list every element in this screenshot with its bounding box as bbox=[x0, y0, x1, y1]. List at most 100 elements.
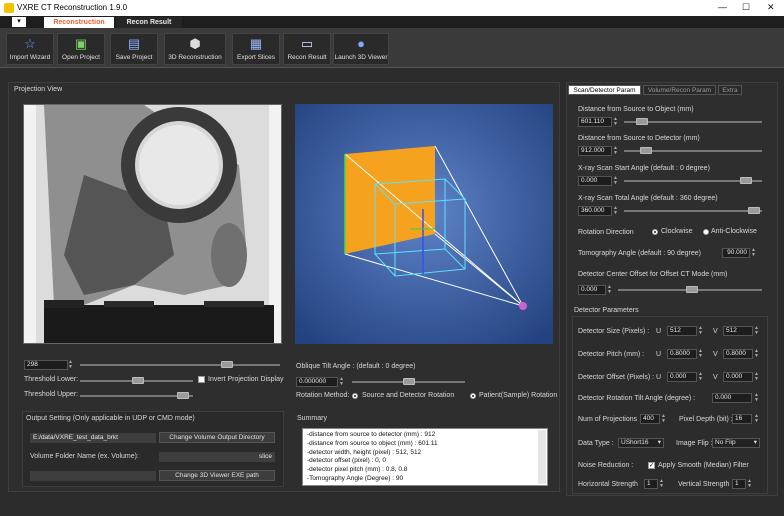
tomography-angle-spinner[interactable]: ▲ ▼ bbox=[751, 248, 757, 258]
offset-u-label: U bbox=[656, 374, 662, 381]
geometry-3d-view[interactable] bbox=[295, 104, 553, 344]
threshold-lower-thumb[interactable] bbox=[132, 377, 144, 384]
maximize-button[interactable]: ☐ bbox=[742, 2, 750, 13]
start-angle-input[interactable]: 0.000 bbox=[578, 176, 612, 186]
rotation-method-label: Rotation Method: bbox=[296, 392, 350, 399]
tomography-angle-input[interactable]: 90.000 bbox=[722, 248, 750, 258]
detector-pitch-u-spinner[interactable]: ▲ ▼ bbox=[698, 349, 704, 359]
src-obj-spinner[interactable]: ▲ ▼ bbox=[613, 117, 619, 127]
total-angle-thumb[interactable] bbox=[748, 207, 760, 214]
projection-index-input[interactable]: 298 bbox=[24, 360, 68, 370]
num-projections-spinner[interactable]: ▲ ▼ bbox=[661, 414, 667, 424]
detector-offset-v-input[interactable]: 0.000 bbox=[723, 372, 753, 382]
detector-offset-u-input[interactable]: 0.000 bbox=[667, 372, 697, 382]
smooth-filter-label: Apply Smooth (Median) Filter bbox=[658, 462, 749, 469]
projection-index-spinner[interactable]: ▲ ▼ bbox=[68, 360, 74, 370]
app-logo-icon bbox=[4, 3, 14, 13]
summary-line: -Tomography Angle (Degree) : 90 bbox=[307, 474, 404, 482]
volume-folder-input[interactable]: slice bbox=[159, 452, 275, 462]
close-button[interactable]: ✕ bbox=[767, 2, 775, 13]
start-angle-spinner[interactable]: ▲ ▼ bbox=[613, 176, 619, 186]
minimize-button[interactable]: — bbox=[718, 2, 727, 12]
tab-scan-detector-param[interactable]: Scan/Detector Param bbox=[568, 85, 641, 95]
import-wizard-button[interactable]: ☆ Import Wizard bbox=[6, 33, 54, 65]
start-angle-label: X-ray Scan Start Angle (default : 0 degr… bbox=[578, 165, 710, 172]
src-det-spinner[interactable]: ▲ ▼ bbox=[613, 146, 619, 156]
change-output-directory-button[interactable]: Change Volume Output Directory bbox=[159, 432, 275, 443]
detector-pitch-u-input[interactable]: 0.8000 bbox=[667, 349, 697, 359]
detector-pitch-v-spinner[interactable]: ▲ ▼ bbox=[754, 349, 760, 359]
projection-index-thumb[interactable] bbox=[221, 361, 233, 368]
center-offset-thumb[interactable] bbox=[686, 286, 698, 293]
start-angle-thumb[interactable] bbox=[740, 177, 752, 184]
horizontal-strength-spinner[interactable]: ▲ ▼ bbox=[659, 479, 665, 489]
anti-clockwise-radio[interactable] bbox=[703, 229, 709, 235]
output-path-field[interactable]: E:/data/VXRE_test_data_brkt bbox=[30, 433, 156, 443]
center-offset-label: Detector Center Offset for Offset CT Mod… bbox=[578, 271, 728, 278]
invert-projection-checkbox[interactable] bbox=[198, 376, 205, 383]
total-angle-spinner[interactable]: ▲ ▼ bbox=[613, 206, 619, 216]
tilt-angle-input[interactable]: 0.000 bbox=[712, 393, 752, 403]
projection-image[interactable] bbox=[23, 104, 282, 344]
summary-line: -detector offset (pixel) : 0, 0 bbox=[307, 457, 386, 465]
src-det-input[interactable]: 912.000 bbox=[578, 146, 612, 156]
recon-result-button[interactable]: ▭ Recon Result bbox=[283, 33, 331, 65]
detector-size-label: Detector Size (Pixels) : bbox=[578, 328, 650, 335]
sphere-icon: ● bbox=[357, 36, 365, 51]
vertical-strength-input[interactable]: 1 bbox=[732, 479, 746, 489]
tab-extra[interactable]: Extra bbox=[718, 85, 742, 95]
horizontal-strength-label: Horizontal Strength bbox=[578, 481, 638, 488]
volume-folder-label: Volume Folder Name (ex. Volume): bbox=[30, 453, 139, 460]
tab-recon-result[interactable]: Recon Result bbox=[116, 17, 182, 28]
change-viewer-exe-button[interactable]: Change 3D Viewer EXE path bbox=[159, 470, 275, 481]
open-project-button[interactable]: ▣ Open Project bbox=[57, 33, 105, 65]
viewer-exe-path-field[interactable] bbox=[30, 471, 156, 481]
data-type-select[interactable]: UShort16 ▾ bbox=[618, 438, 664, 448]
detector-size-v-input[interactable]: 512 bbox=[723, 326, 753, 336]
tilt-angle-spinner[interactable]: ▲ ▼ bbox=[754, 393, 760, 403]
total-angle-slider[interactable] bbox=[624, 210, 762, 212]
horizontal-strength-input[interactable]: 1 bbox=[644, 479, 658, 489]
detector-size-u-spinner[interactable]: ▲ ▼ bbox=[698, 326, 704, 336]
projection-index-slider[interactable] bbox=[80, 364, 280, 366]
launch-3d-viewer-button[interactable]: ● Launch 3D Viewer bbox=[333, 33, 389, 65]
rotation-source-detector-radio[interactable] bbox=[352, 393, 358, 399]
oblique-tilt-thumb[interactable] bbox=[403, 378, 415, 385]
noise-reduction-label: Noise Reduction : bbox=[578, 462, 634, 469]
num-projections-input[interactable]: 400 bbox=[640, 414, 660, 424]
smooth-filter-checkbox[interactable]: ✓ bbox=[648, 462, 655, 469]
summary-scrollbar[interactable] bbox=[538, 430, 546, 484]
clockwise-radio[interactable] bbox=[652, 229, 658, 235]
pixel-depth-input[interactable]: 16 bbox=[732, 414, 752, 424]
tab-reconstruction[interactable]: Reconstruction bbox=[44, 17, 114, 28]
summary-textbox[interactable]: -distance from source to detector (mm) :… bbox=[302, 428, 548, 486]
threshold-upper-thumb[interactable] bbox=[177, 392, 189, 399]
src-obj-thumb[interactable] bbox=[636, 118, 648, 125]
slices-icon: ▦ bbox=[249, 36, 263, 51]
data-type-label: Data Type : bbox=[578, 440, 614, 447]
detector-offset-v-spinner[interactable]: ▲ ▼ bbox=[754, 372, 760, 382]
detector-size-u-input[interactable]: 512 bbox=[667, 326, 697, 336]
image-flip-select[interactable]: No Flip ▾ bbox=[712, 438, 760, 448]
anti-clockwise-label: Anti-Clockwise bbox=[711, 228, 757, 235]
detector-pitch-v-input[interactable]: 0.8000 bbox=[723, 349, 753, 359]
oblique-tilt-input[interactable]: 0.000000 bbox=[296, 377, 338, 387]
src-obj-input[interactable]: 601.110 bbox=[578, 117, 612, 127]
summary-line: -detector pixel pitch (mm) : 0.8, 0.8 bbox=[307, 466, 408, 474]
rotation-patient-radio[interactable] bbox=[470, 393, 476, 399]
oblique-tilt-spinner[interactable]: ▲ ▼ bbox=[339, 377, 345, 387]
pixel-depth-spinner[interactable]: ▲ ▼ bbox=[754, 414, 760, 424]
center-offset-spinner[interactable]: ▲ ▼ bbox=[607, 285, 613, 295]
export-slices-button[interactable]: ▦ Export Slices bbox=[232, 33, 280, 65]
save-project-button[interactable]: ▤ Save Project bbox=[110, 33, 158, 65]
total-angle-input[interactable]: 360.000 bbox=[578, 206, 612, 216]
app-menu-icon[interactable]: ▾ bbox=[12, 17, 26, 27]
src-det-thumb[interactable] bbox=[640, 147, 652, 154]
tab-volume-recon-param[interactable]: Volume/Recon Param bbox=[643, 85, 716, 95]
src-obj-label: Distance from Source to Object (mm) bbox=[578, 106, 694, 113]
detector-offset-u-spinner[interactable]: ▲ ▼ bbox=[698, 372, 704, 382]
vertical-strength-spinner[interactable]: ▲ ▼ bbox=[747, 479, 753, 489]
3d-reconstruction-button[interactable]: ⬢ 3D Reconstruction bbox=[164, 33, 226, 65]
detector-size-v-spinner[interactable]: ▲ ▼ bbox=[754, 326, 760, 336]
center-offset-input[interactable]: 0.000 bbox=[578, 285, 606, 295]
